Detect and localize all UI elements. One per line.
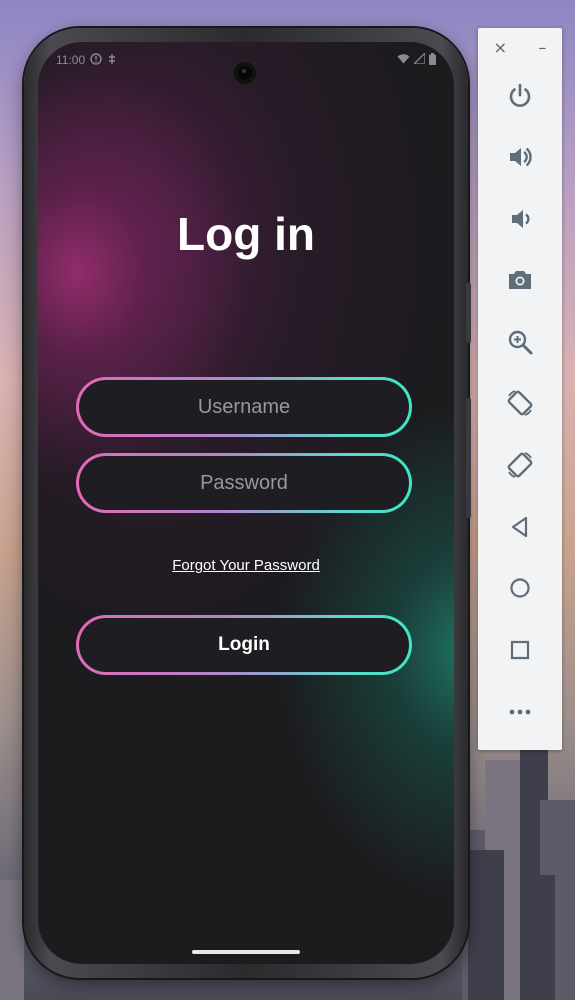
login-button[interactable]: Login xyxy=(76,615,412,675)
more-button[interactable] xyxy=(500,692,540,732)
volume-down-icon xyxy=(512,210,530,228)
back-button[interactable] xyxy=(500,507,540,547)
camera-icon xyxy=(509,271,531,289)
login-button-label: Login xyxy=(218,634,270,655)
volume-up-icon xyxy=(510,147,532,167)
username-input[interactable] xyxy=(79,380,409,434)
rotate-right-button[interactable] xyxy=(500,445,540,485)
overview-icon xyxy=(510,640,530,660)
alarm-icon xyxy=(90,52,102,68)
forgot-password-link[interactable]: Forgot Your Password xyxy=(38,557,454,574)
password-field-container xyxy=(76,453,412,513)
rotate-left-button[interactable] xyxy=(500,383,540,423)
home-indicator[interactable] xyxy=(192,950,300,954)
username-field-container xyxy=(76,377,412,437)
home-icon xyxy=(510,578,530,598)
volume-down-button[interactable] xyxy=(500,199,540,239)
password-input[interactable] xyxy=(79,456,409,510)
minimize-icon[interactable]: – xyxy=(538,38,546,57)
power-icon xyxy=(509,83,531,107)
zoom-in-icon xyxy=(508,330,533,355)
emulator-control-panel: × – xyxy=(478,28,562,750)
rotate-left-icon xyxy=(507,390,533,416)
signal-icon xyxy=(412,51,426,67)
front-camera xyxy=(234,62,256,84)
phone-screen: 11:00 Log in Username Forgot Your Passwo… xyxy=(38,42,454,964)
rotate-right-icon xyxy=(507,452,533,478)
screenshot-button[interactable] xyxy=(500,260,540,300)
status-time: 11:00 xyxy=(56,53,86,67)
phone-volume-button xyxy=(466,398,471,518)
zoom-button[interactable] xyxy=(500,322,540,362)
wifi-icon xyxy=(397,53,410,67)
overview-button[interactable] xyxy=(500,630,540,670)
phone-frame: 11:00 Log in Username Forgot Your Passwo… xyxy=(24,28,471,978)
page-title: Log in xyxy=(177,208,315,260)
home-button[interactable] xyxy=(500,568,540,608)
phone-side-button xyxy=(466,283,471,343)
close-icon[interactable]: × xyxy=(494,38,507,57)
power-button[interactable] xyxy=(500,76,540,116)
debug-icon xyxy=(107,53,117,68)
more-icon xyxy=(509,709,531,715)
volume-up-button[interactable] xyxy=(500,137,540,177)
back-icon xyxy=(511,516,528,538)
battery-icon xyxy=(429,52,436,68)
